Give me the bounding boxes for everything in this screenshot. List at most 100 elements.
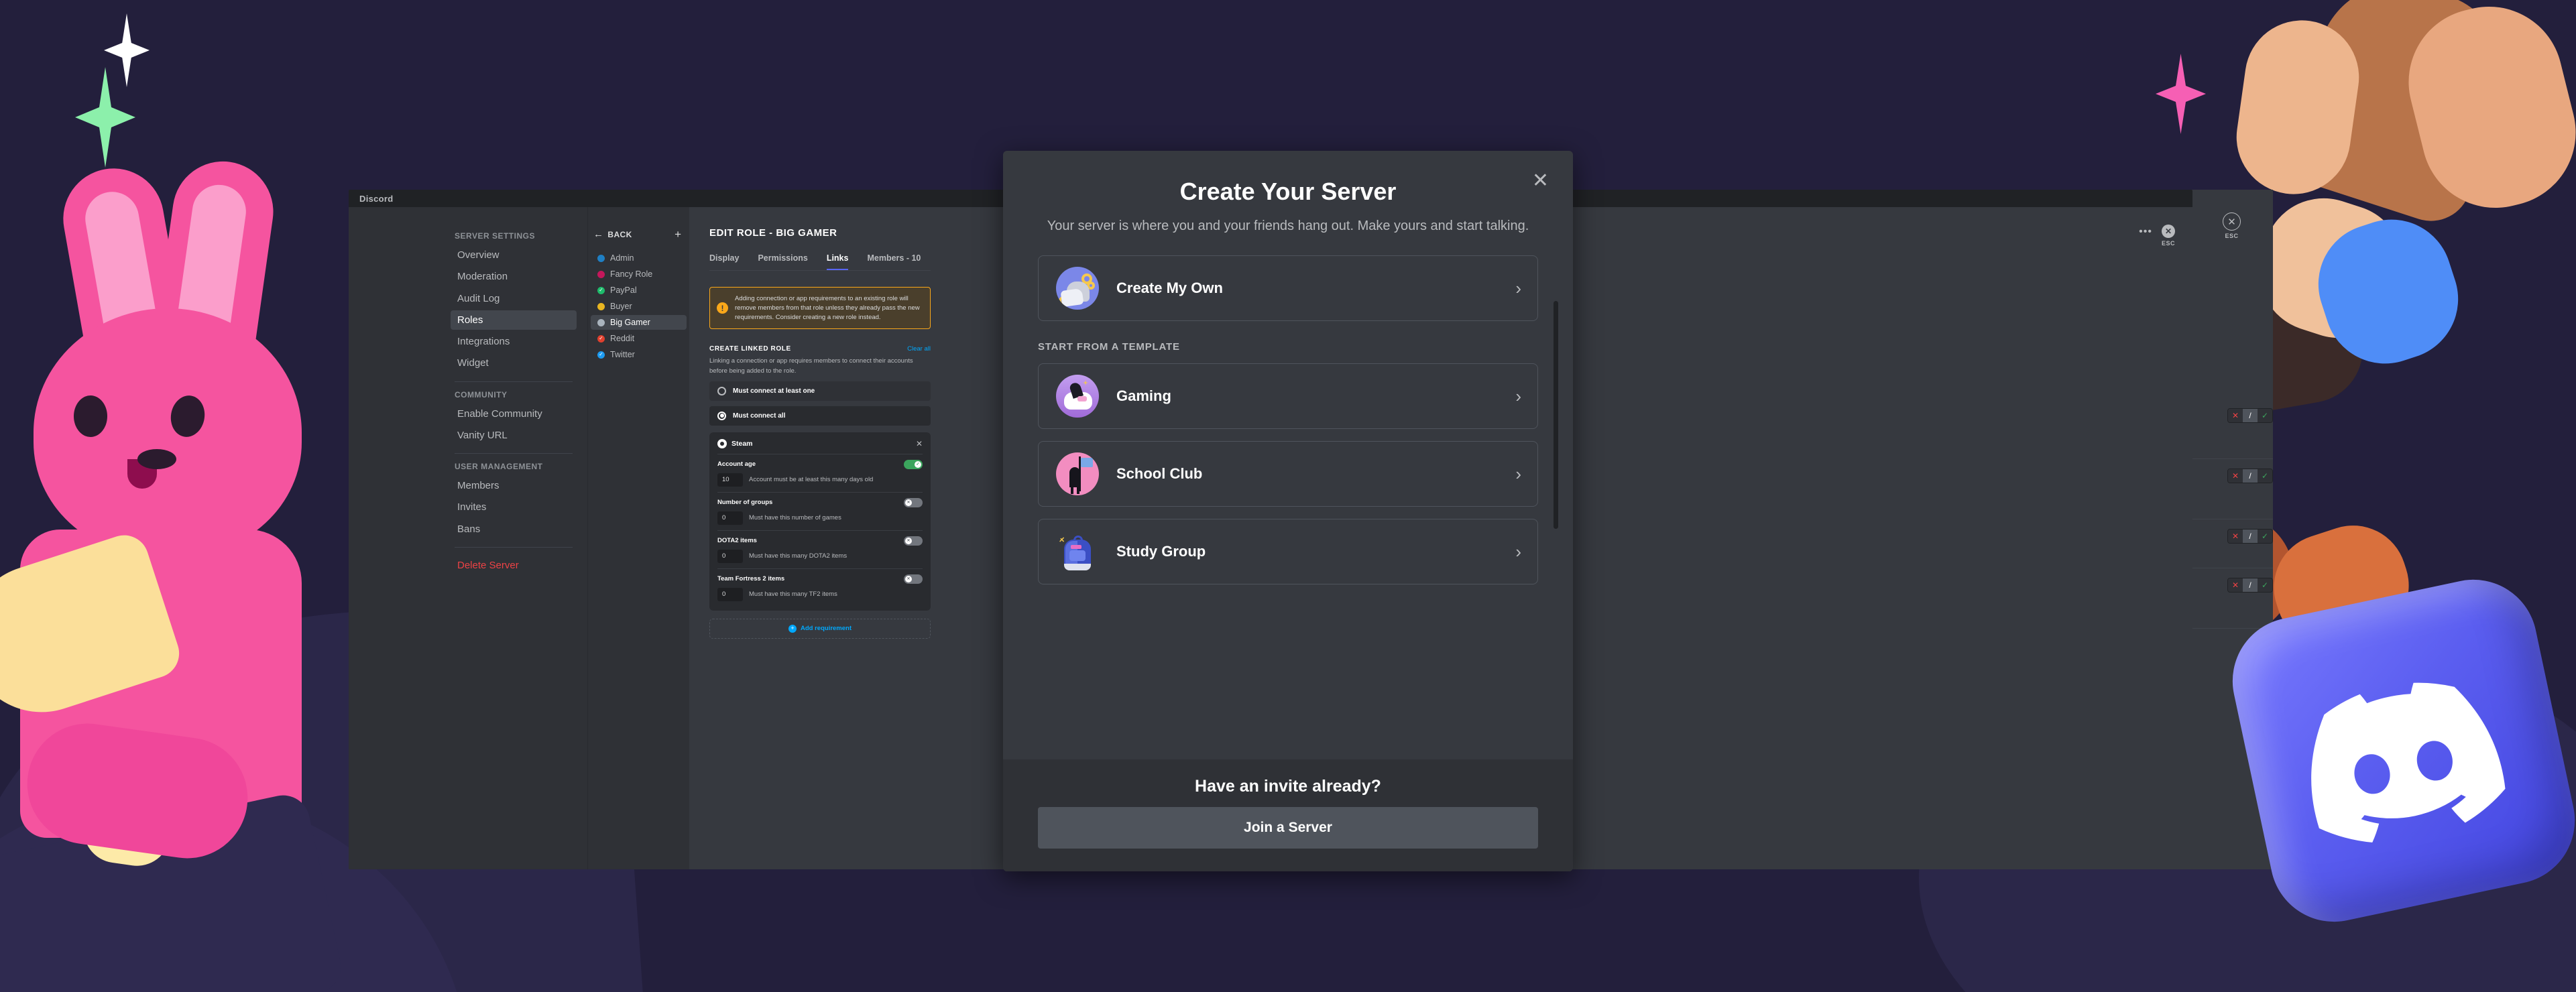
requirement-toggle[interactable]: ✕ — [904, 536, 923, 546]
tab-links[interactable]: Links — [826, 253, 849, 270]
requirement-title: Account age — [717, 460, 756, 469]
permission-neutral-button[interactable]: / — [2243, 408, 2258, 422]
sidebar-section-header-community: COMMUNITY — [455, 389, 508, 399]
add-role-button[interactable]: + — [675, 229, 681, 240]
discord-wordmark-icon — [2311, 682, 2506, 843]
backpack-illustration: ✕ — [1056, 530, 1099, 573]
close-settings-button[interactable]: ✕ ESC — [2161, 225, 2175, 247]
create-my-own-label: Create My Own — [1116, 280, 1223, 296]
sidebar-item-bans[interactable]: Bans — [451, 519, 577, 539]
rock-keys-illustration — [1056, 267, 1099, 310]
permission-deny-button[interactable]: ✕ — [2228, 469, 2243, 483]
sidebar-section-header-user-management: USER MANAGEMENT — [455, 462, 543, 471]
requirement-value-input[interactable]: 0 — [717, 511, 743, 525]
sidebar-item-moderation[interactable]: Moderation — [451, 267, 577, 286]
template-tile-study-group[interactable]: ✕ Study Group › — [1038, 519, 1538, 584]
edit-role-tabs: Display Permissions Links Members - 10 — [709, 253, 931, 271]
radio-icon — [717, 386, 726, 395]
sidebar-section-header-server-settings: SERVER SETTINGS — [455, 231, 535, 241]
tab-members[interactable]: Members - 10 — [867, 253, 921, 270]
radio-option-connect-at-least-one[interactable]: Must connect at least one — [709, 381, 931, 401]
sidebar-item-vanity-url[interactable]: Vanity URL — [451, 426, 577, 445]
delete-server-button[interactable]: Delete Server — [451, 556, 577, 575]
chevron-right-icon: › — [1515, 277, 1521, 298]
template-label: Study Group — [1116, 543, 1206, 560]
role-list-item-fancy-role[interactable]: Fancy Role — [591, 267, 687, 282]
permission-tristate-manage-permissions[interactable]: ✕ / ✓ — [2227, 528, 2273, 544]
permission-allow-button[interactable]: ✓ — [2258, 408, 2272, 422]
permission-deny-button[interactable]: ✕ — [2228, 529, 2243, 543]
permission-neutral-button[interactable]: / — [2243, 529, 2258, 543]
role-list-item-admin[interactable]: Admin — [591, 251, 687, 265]
clear-all-button[interactable]: Clear all — [907, 345, 931, 353]
role-list-item-paypal[interactable]: ✓ PayPal — [591, 283, 687, 298]
divider — [455, 546, 573, 548]
close-channel-settings-button[interactable]: ✕ ESC — [2223, 212, 2241, 239]
permission-deny-button[interactable]: ✕ — [2228, 408, 2243, 422]
requirement-value-input[interactable]: 0 — [717, 587, 743, 601]
tab-permissions[interactable]: Permissions — [758, 253, 807, 270]
radio-icon-selected — [717, 411, 726, 420]
tab-display[interactable]: Display — [709, 253, 739, 270]
template-tile-school-club[interactable]: School Club › — [1038, 441, 1538, 507]
sidebar-item-members[interactable]: Members — [451, 476, 577, 495]
role-color-dot — [597, 302, 605, 310]
sidebar-item-integrations[interactable]: Integrations — [451, 332, 577, 351]
close-icon: ✕ — [2223, 212, 2241, 231]
join-a-server-button[interactable]: Join a Server — [1038, 807, 1538, 849]
sidebar-item-audit-log[interactable]: Audit Log — [451, 289, 577, 308]
esc-label: ESC — [2225, 233, 2239, 239]
role-list-item-buyer[interactable]: Buyer — [591, 299, 687, 314]
requirement-title: DOTA2 items — [717, 537, 757, 545]
more-options-icon[interactable]: ••• — [2139, 225, 2152, 237]
requirement-value-input[interactable]: 0 — [717, 549, 743, 563]
requirement-toggle[interactable]: ✕ — [904, 497, 923, 507]
role-color-dot: ✓ — [597, 286, 605, 294]
create-my-own-tile[interactable]: Create My Own › — [1038, 255, 1538, 321]
sidebar-item-overview[interactable]: Overview — [451, 245, 577, 265]
esc-label: ESC — [2161, 240, 2175, 247]
role-label: Twitter — [610, 350, 635, 359]
role-list-item-big-gamer[interactable]: Big Gamer — [591, 315, 687, 330]
flag-figure-illustration — [1056, 452, 1099, 495]
sidebar-item-enable-community[interactable]: Enable Community — [451, 404, 577, 424]
requirement-hint: Must have this number of games — [749, 514, 841, 522]
close-icon[interactable]: ✕ — [1532, 171, 1549, 191]
role-list-item-reddit[interactable]: ✓ Reddit — [591, 331, 687, 346]
requirement-toggle[interactable]: ✓ — [904, 459, 923, 469]
template-tile-gaming[interactable]: Gaming › — [1038, 363, 1538, 429]
permission-tristate-manage-channel[interactable]: ✕ / ✓ — [2227, 468, 2273, 483]
permission-neutral-button[interactable]: / — [2243, 469, 2258, 483]
radio-label: Must connect at least one — [733, 387, 815, 395]
permission-allow-button[interactable]: ✓ — [2258, 469, 2272, 483]
requirement-title: Team Fortress 2 items — [717, 575, 785, 583]
permission-deny-button[interactable]: ✕ — [2228, 578, 2243, 593]
sidebar-item-invites[interactable]: Invites — [451, 497, 577, 517]
requirement-toggle[interactable]: ✕ — [904, 574, 923, 584]
close-icon[interactable]: ✕ — [916, 439, 923, 448]
create-linked-role-title: CREATE LINKED ROLE — [709, 345, 791, 353]
requirement-value-input[interactable]: 10 — [717, 473, 743, 487]
modal-scrollbar-thumb[interactable] — [1554, 301, 1558, 529]
permission-allow-button[interactable]: ✓ — [2258, 578, 2272, 593]
permission-allow-button[interactable]: ✓ — [2258, 529, 2272, 543]
requirement-row-tf2-items: Team Fortress 2 items ✕ 0 Must have this… — [717, 569, 923, 603]
role-label: Big Gamer — [610, 318, 650, 327]
permission-neutral-button[interactable]: / — [2243, 578, 2258, 593]
server-settings-sidebar: SERVER SETTINGS Overview Moderation Audi… — [349, 207, 587, 869]
role-list-item-twitter[interactable]: ✓ Twitter — [591, 347, 687, 362]
template-label: Gaming — [1116, 387, 1171, 404]
requirement-provider-name: Steam — [731, 439, 753, 448]
sidebar-item-roles[interactable]: Roles — [451, 310, 577, 330]
permission-tristate-view-channel[interactable]: ✕ / ✓ — [2227, 408, 2273, 423]
chevron-right-icon: › — [1515, 541, 1521, 562]
radio-option-connect-all[interactable]: Must connect all — [709, 406, 931, 426]
role-color-dot: ✓ — [597, 351, 605, 359]
back-button[interactable]: ← BACK — [593, 229, 632, 239]
discord-logo-3d — [2221, 568, 2576, 934]
gaming-ghost-illustration — [1056, 375, 1099, 418]
sidebar-item-widget[interactable]: Widget — [451, 353, 577, 373]
permission-tristate-manage-webhooks[interactable]: ✕ / ✓ — [2227, 578, 2273, 593]
add-requirement-button[interactable]: + Add requirement — [709, 618, 931, 639]
roles-list-column: ← BACK + Admin Fancy Role ✓ PayPal Buyer… — [587, 207, 689, 869]
